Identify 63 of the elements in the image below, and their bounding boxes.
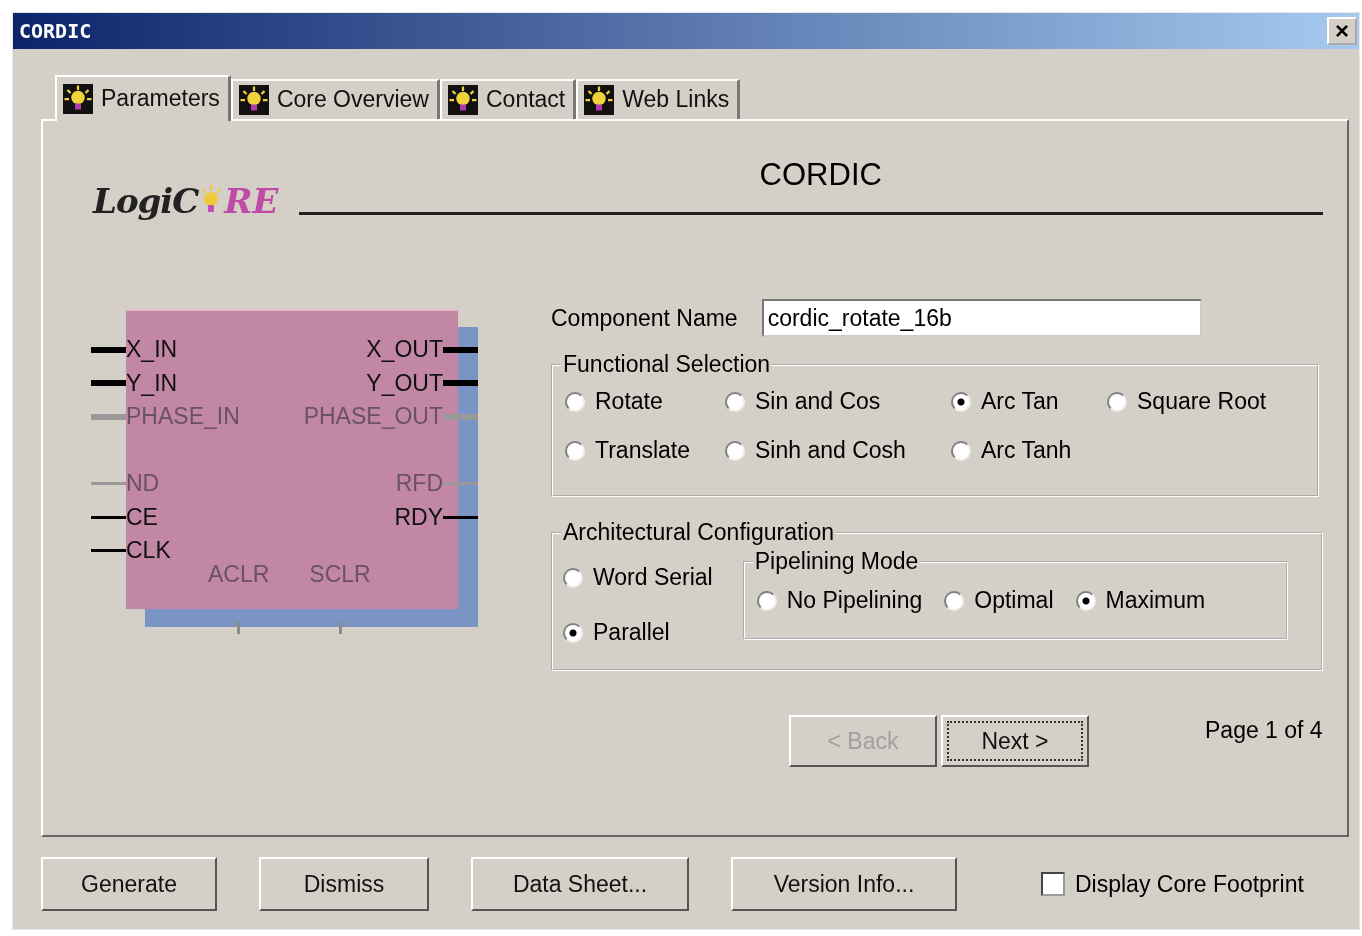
radio-button[interactable]	[565, 391, 585, 412]
field-label: Component Name	[551, 304, 738, 332]
radio-option[interactable]: Maximum	[1075, 587, 1206, 614]
radio-button[interactable]	[563, 567, 583, 588]
checkbox[interactable]	[1041, 872, 1065, 896]
radio-option[interactable]: Word Serial	[563, 564, 713, 591]
pin-label: CLK	[126, 537, 171, 565]
radio-button[interactable]	[951, 440, 971, 461]
logo-text: LogiC	[93, 181, 199, 221]
radio-button[interactable]	[1107, 391, 1127, 412]
lightbulb-icon	[584, 84, 615, 115]
close-button[interactable]: ×	[1327, 17, 1357, 45]
pin-label: PHASE_OUT	[303, 403, 443, 431]
tab[interactable]: Contact	[440, 79, 577, 119]
radio-button[interactable]	[951, 391, 971, 412]
group-title: Pipelining Mode	[753, 548, 920, 575]
pin-label: Y_OUT	[366, 369, 443, 397]
radio-button[interactable]	[725, 440, 745, 461]
radio-option[interactable]: Rotate	[565, 388, 725, 415]
logo-text: RE	[224, 181, 279, 221]
checkbox-option[interactable]: Display Core Footprint	[1041, 870, 1304, 898]
radio-option[interactable]: No Pipelining	[756, 587, 923, 614]
radio-button[interactable]	[725, 391, 745, 412]
group-title: Architectural Configuration	[562, 519, 836, 546]
pin-label: Y_IN	[126, 369, 178, 397]
radio-button[interactable]	[1075, 590, 1096, 611]
radio-option[interactable]: Parallel	[563, 619, 713, 646]
pin-label: PHASE_IN	[126, 403, 240, 431]
action-button[interactable]: Data Sheet...	[471, 857, 689, 911]
next-button[interactable]: Next >	[941, 715, 1089, 767]
radio-button[interactable]	[756, 590, 777, 611]
action-button[interactable]: Dismiss	[259, 857, 429, 911]
pin-label: X_OUT	[366, 336, 443, 364]
radio-option[interactable]: Sin and Cos	[725, 388, 951, 415]
pin-label: SCLR	[309, 561, 371, 588]
pin-label: CE	[126, 503, 158, 531]
tab[interactable]: Core Overview	[230, 79, 440, 119]
pin-label: X_IN	[126, 336, 178, 364]
component-name-field[interactable]: cordic_rotate_16b	[761, 299, 1202, 337]
page-indicator: Page 1 of 4	[1205, 717, 1323, 744]
radio-option[interactable]: Arc Tan	[951, 388, 1107, 415]
tab[interactable]: Parameters	[55, 75, 231, 121]
lightbulb-icon	[448, 84, 478, 115]
pin-label: RDY	[394, 503, 443, 531]
lightbulb-icon	[63, 83, 93, 114]
group-title: Functional Selection	[562, 351, 772, 378]
action-button[interactable]: Generate	[41, 857, 217, 911]
radio-option[interactable]: Arc Tanh	[951, 437, 1107, 464]
core-title: CORDIC	[759, 157, 882, 193]
radio-button[interactable]	[565, 440, 585, 461]
action-button[interactable]: Version Info...	[731, 857, 957, 911]
radio-option[interactable]: Square Root	[1107, 388, 1317, 415]
radio-option[interactable]: Translate	[565, 437, 725, 464]
pin-label: ACLR	[208, 561, 270, 588]
radio-button[interactable]	[944, 590, 965, 611]
tab[interactable]: Web Links	[576, 79, 741, 119]
radio-option[interactable]: Optimal	[944, 587, 1054, 614]
radio-option[interactable]: Sinh and Cosh	[725, 437, 951, 464]
lightbulb-icon	[238, 84, 269, 115]
window-title: CORDIC	[19, 19, 92, 43]
pin-label: ND	[126, 470, 160, 498]
radio-button[interactable]	[563, 622, 583, 643]
pin-label: RFD	[395, 470, 443, 498]
